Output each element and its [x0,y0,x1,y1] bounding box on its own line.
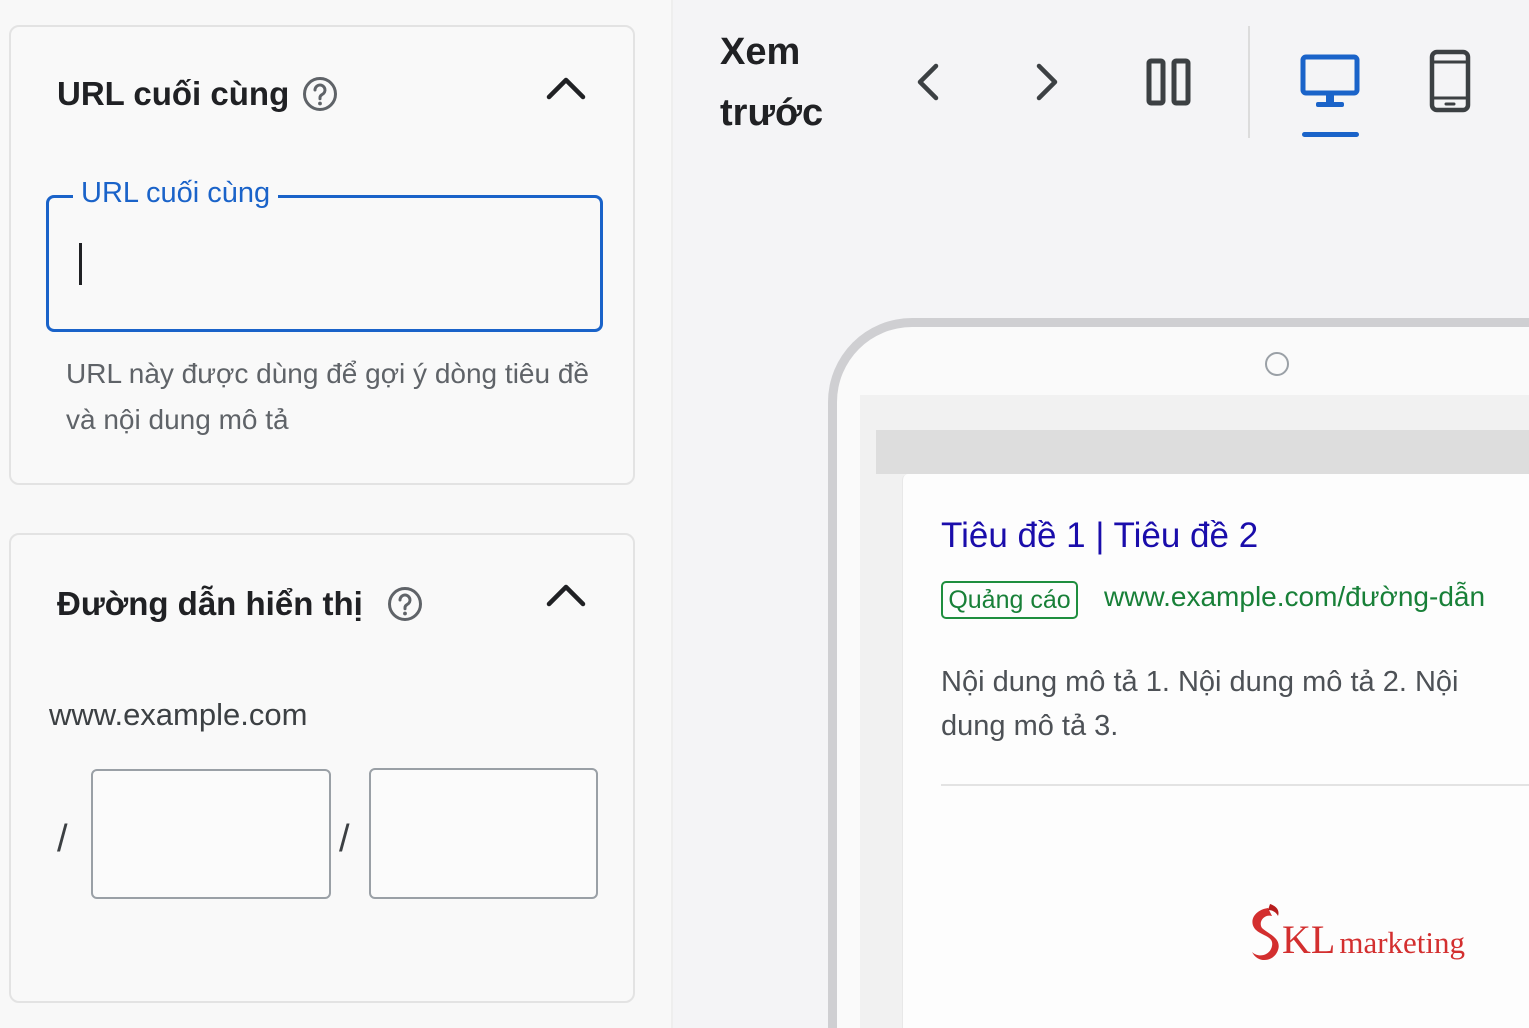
chevron-right-icon[interactable] [1022,58,1070,106]
logo-wordmark: KL marketing [1282,916,1465,963]
path-1-input[interactable] [91,769,331,899]
split-view-icon[interactable] [1143,54,1195,110]
settings-panel: URL cuối cùng URL cuối cùng URL này được… [0,0,672,1028]
collapse-chevron-icon[interactable] [544,580,588,610]
selected-device-indicator [1302,132,1359,137]
final-url-helper-text: URL này được dùng để gợi ý dòng tiêu đề … [66,358,589,435]
final-url-field-label: URL cuối cùng [73,177,279,210]
final-url-card: URL cuối cùng URL cuối cùng URL này được… [9,25,635,485]
ad-display-url: www.example.com/đường-dẫn [1104,581,1486,612]
help-icon[interactable] [387,586,423,622]
desktop-icon[interactable] [1298,52,1362,112]
final-url-input[interactable] [46,195,603,332]
text-cursor [79,243,82,285]
mobile-icon[interactable] [1425,48,1475,114]
help-icon[interactable] [302,76,338,112]
logo-word: marketing [1339,925,1466,960]
path-separator: / [57,818,68,860]
collapse-chevron-icon[interactable] [544,73,588,103]
ad-description: Nội dung mô tả 1. Nội dung mô tả 2. Nội … [941,666,1459,742]
toolbar-divider [1248,26,1250,138]
final-url-title: URL cuối cùng [57,75,290,112]
ad-headline[interactable]: Tiêu đề 1 | Tiêu đề 2 [941,516,1258,556]
display-domain: www.example.com [49,697,308,732]
device-camera [1265,352,1289,376]
display-path-title: Đường dẫn hiển thị [57,585,363,622]
ad-divider [941,784,1529,786]
display-path-card: Đường dẫn hiển thị www.example.com / / [9,533,635,1003]
path-separator: / [339,818,350,860]
logo-initials: KL [1282,917,1336,962]
ad-badge: Quảng cáo [941,581,1078,619]
browser-bar [876,430,1529,474]
path-2-input[interactable] [369,768,598,899]
chevron-left-icon[interactable] [905,58,953,106]
preview-title: Xem trước [720,31,824,134]
